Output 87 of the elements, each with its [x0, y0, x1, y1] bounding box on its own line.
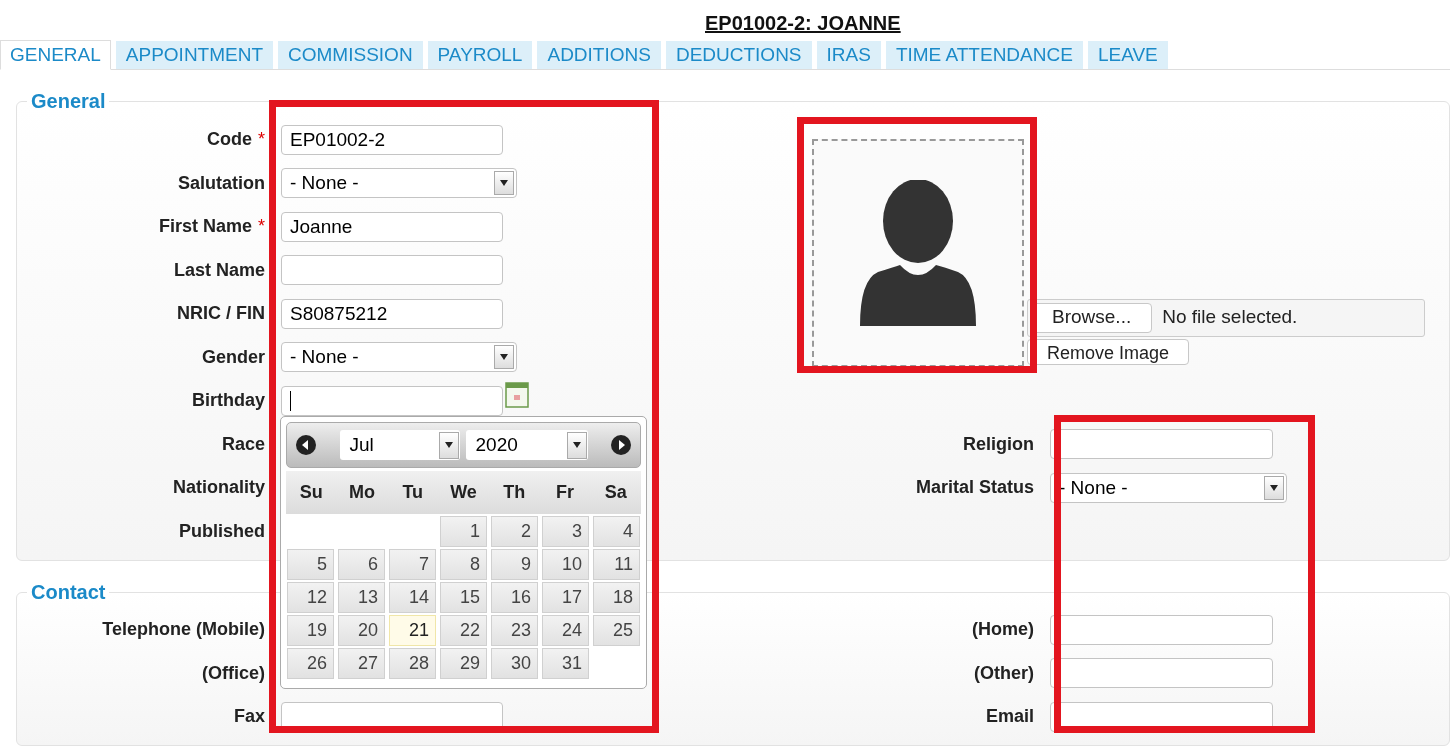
calendar-day[interactable]: 12: [287, 582, 334, 613]
date-field[interactable]: [281, 385, 503, 416]
calendar-day[interactable]: 25: [593, 615, 640, 646]
text-field[interactable]: [1050, 658, 1273, 689]
calendar-day[interactable]: 31: [542, 648, 589, 679]
text-field[interactable]: S80875212: [281, 298, 503, 329]
field-label: Race: [221, 432, 265, 456]
file-input[interactable]: Browse... No file selected.: [1027, 298, 1425, 337]
caret-icon: [571, 442, 582, 448]
field-label: Code: [207, 128, 252, 152]
year-select[interactable]: 2020: [465, 430, 588, 460]
caret-icon: [443, 442, 454, 448]
calendar-day[interactable]: 7: [389, 549, 436, 580]
field-label: Telephone (Mobile): [102, 618, 265, 642]
required-mark: *: [258, 215, 265, 239]
calendar-icon[interactable]: [505, 381, 529, 408]
calendar-day[interactable]: 16: [491, 582, 538, 613]
calendar-day[interactable]: 23: [491, 615, 538, 646]
text-field[interactable]: [281, 255, 503, 286]
weekday-label: Fr: [554, 481, 575, 504]
calendar-day[interactable]: 21: [389, 615, 436, 646]
field-label: (Home): [972, 618, 1034, 642]
text-field[interactable]: [1050, 614, 1273, 645]
tab[interactable]: GENERAL: [0, 40, 111, 70]
calendar-day[interactable]: 10: [542, 549, 589, 580]
calendar-day[interactable]: 5: [287, 549, 334, 580]
caret-icon: [1269, 484, 1279, 491]
calendar-day[interactable]: 20: [338, 615, 385, 646]
calendar-day[interactable]: 3: [542, 516, 589, 547]
calendar-day[interactable]: 4: [593, 516, 640, 547]
field-label: Email: [985, 705, 1034, 729]
required-mark: *: [258, 128, 265, 152]
field-label: Published: [179, 519, 265, 543]
calendar-day[interactable]: 29: [440, 648, 487, 679]
calendar-day[interactable]: 8: [440, 549, 487, 580]
previous-month-icon[interactable]: [295, 434, 317, 456]
weekday-label: Th: [502, 481, 527, 504]
field-label: Salutation: [178, 171, 265, 195]
field-label: Marital Status: [915, 476, 1034, 500]
text-field[interactable]: [1050, 429, 1273, 460]
calendar-day[interactable]: 17: [542, 582, 589, 613]
field-label: NRIC / FIN: [177, 302, 265, 326]
calendar-day[interactable]: 19: [287, 615, 334, 646]
field-label: Gender: [201, 345, 265, 369]
section-heading: Contact: [30, 580, 107, 605]
calendar-day[interactable]: 11: [593, 549, 640, 580]
weekday-label: Mo: [348, 481, 377, 504]
caret-icon: [499, 180, 509, 187]
select-field[interactable]: - None -: [1050, 472, 1287, 503]
field-label: Birthday: [192, 389, 265, 413]
calendar-day[interactable]: 28: [389, 648, 436, 679]
weekday-label: Su: [298, 481, 324, 504]
calendar-day[interactable]: 9: [491, 549, 538, 580]
next-month-icon[interactable]: [610, 434, 632, 456]
file-status: No file selected.: [1162, 305, 1298, 330]
calendar-day[interactable]: 22: [440, 615, 487, 646]
text-field[interactable]: Joanne: [281, 211, 503, 242]
caret-icon: [499, 354, 509, 361]
field-label: Fax: [233, 705, 265, 729]
field-label: (Other): [974, 661, 1034, 685]
section-heading: General: [30, 89, 107, 114]
weekday-label: Tu: [401, 481, 425, 504]
calendar-day[interactable]: 27: [338, 648, 385, 679]
field-label: (Office): [202, 661, 265, 685]
calendar-day[interactable]: 2: [491, 516, 538, 547]
remove-image-button[interactable]: Remove Image: [1027, 338, 1190, 365]
page-title: EP01002-2: JOANNE: [705, 12, 901, 34]
calendar-day[interactable]: 26: [287, 648, 334, 679]
weekday-label: Sa: [603, 481, 628, 504]
calendar-day[interactable]: 30: [491, 648, 538, 679]
month-select[interactable]: Jul: [339, 430, 460, 460]
field-label: First Name: [158, 215, 252, 239]
field-label: Nationality: [173, 476, 265, 500]
weekday-label: We: [449, 481, 478, 504]
calendar-day[interactable]: 14: [389, 582, 436, 613]
calendar-day[interactable]: 13: [338, 582, 385, 613]
select-field[interactable]: - None -: [281, 168, 517, 199]
field-label: Last Name: [173, 258, 265, 282]
field-label: Religion: [963, 432, 1034, 456]
calendar-day[interactable]: 15: [440, 582, 487, 613]
person-silhouette-icon: [860, 179, 976, 326]
select-field[interactable]: - None -: [281, 342, 517, 373]
text-field[interactable]: EP01002-2: [281, 124, 503, 155]
calendar-day[interactable]: 1: [440, 516, 487, 547]
calendar-day[interactable]: 24: [542, 615, 589, 646]
calendar-day[interactable]: 18: [593, 582, 640, 613]
calendar-day[interactable]: 6: [338, 549, 385, 580]
